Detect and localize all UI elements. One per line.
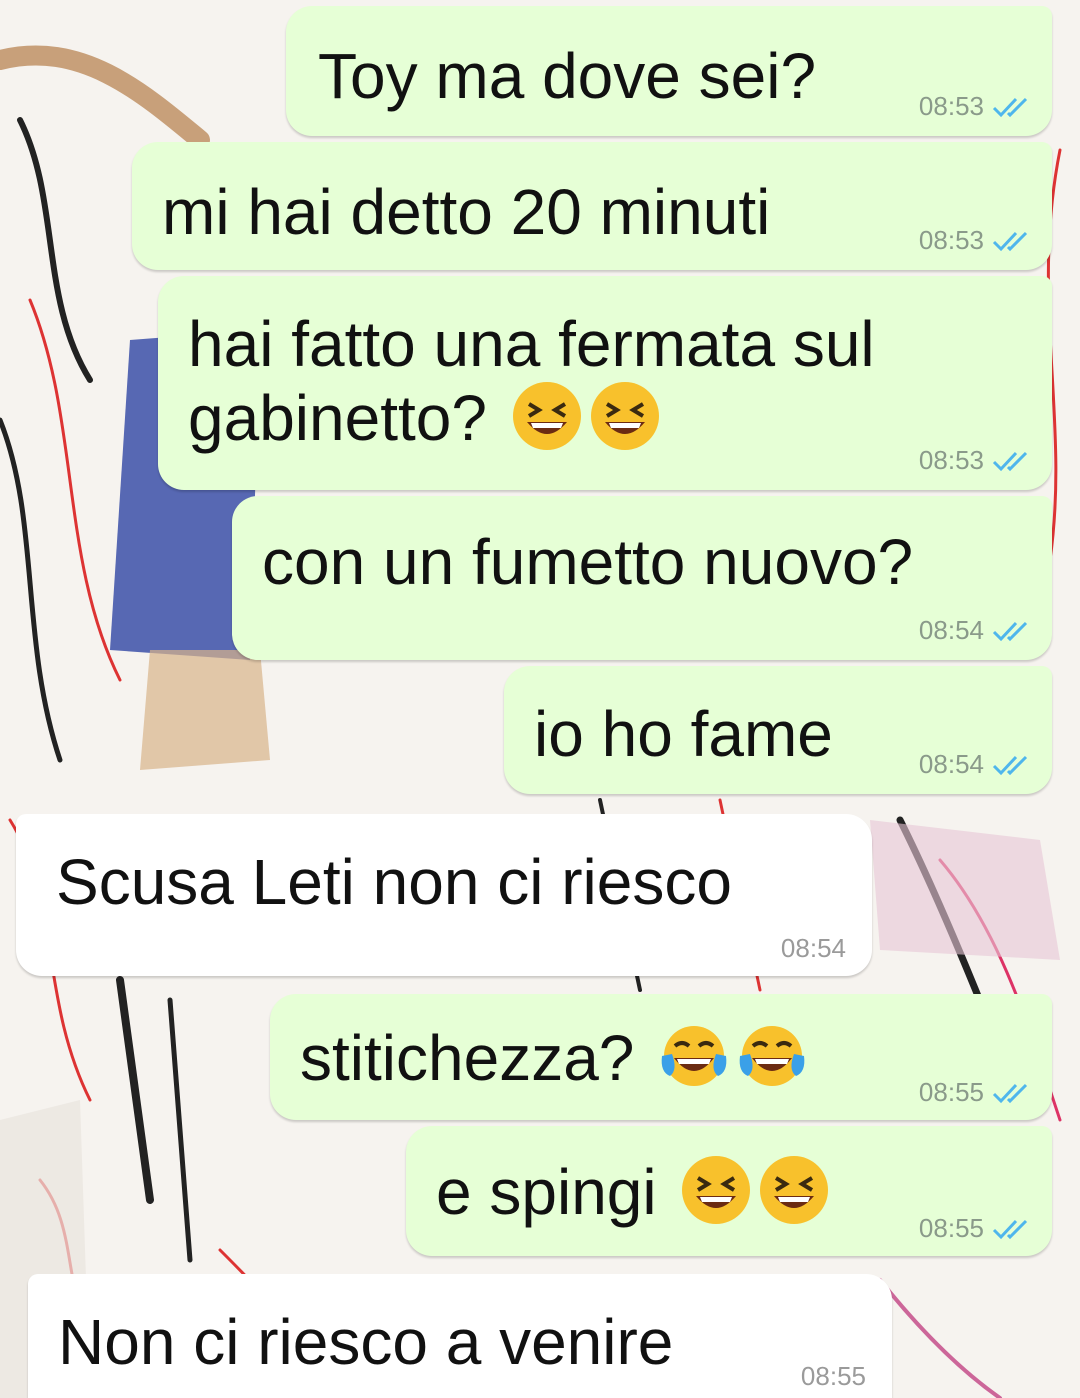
message-meta: 08:53	[919, 91, 1034, 122]
message-bubble-outgoing[interactable]: e spingi 08:55	[406, 1126, 1052, 1256]
message-time: 08:54	[780, 933, 846, 963]
message-time: 08:55	[918, 1077, 984, 1107]
message-text-line-2-row: gabinetto?	[188, 380, 661, 456]
message-meta: 08:53	[919, 225, 1034, 256]
message-time: 08:53	[918, 445, 984, 475]
face-with-tears-of-joy-icon	[739, 1026, 805, 1086]
message-text: Toy ma dove sei?	[318, 40, 817, 112]
read-receipt-icon	[992, 755, 1028, 775]
message-meta: 08:55	[919, 1077, 1034, 1108]
message-time: 08:53	[918, 225, 984, 255]
message-meta: 08:53	[919, 445, 1034, 476]
read-receipt-icon	[992, 1083, 1028, 1103]
message-meta: 08:54	[919, 615, 1034, 646]
read-receipt-icon	[992, 231, 1028, 251]
message-bubble-outgoing[interactable]: stitichezza? 08:55	[270, 994, 1052, 1120]
read-receipt-icon	[992, 451, 1028, 471]
message-time: 08:54	[918, 615, 984, 645]
grinning-squinting-face-icon	[590, 382, 659, 450]
message-text: io ho fame	[534, 698, 833, 770]
message-time: 08:55	[918, 1213, 984, 1243]
message-time: 08:54	[918, 749, 984, 779]
message-time: 08:55	[800, 1361, 866, 1391]
message-bubble-outgoing[interactable]: Toy ma dove sei? 08:53	[286, 6, 1052, 136]
message-text-row: stitichezza?	[300, 1020, 808, 1096]
read-receipt-icon	[992, 621, 1028, 641]
message-text: mi hai detto 20 minuti	[162, 176, 771, 248]
grinning-squinting-face-icon	[512, 382, 581, 450]
message-meta: 08:54	[781, 933, 846, 964]
message-text-line-2: gabinetto?	[188, 382, 487, 454]
message-bubble-outgoing[interactable]: io ho fame 08:54	[504, 666, 1052, 794]
message-meta: 08:55	[801, 1361, 866, 1392]
grinning-squinting-face-icon	[682, 1156, 751, 1224]
message-text: stitichezza?	[300, 1022, 635, 1094]
message-bubble-outgoing[interactable]: mi hai detto 20 minuti 08:53	[132, 142, 1052, 270]
face-with-tears-of-joy-icon	[661, 1026, 727, 1086]
message-text: Non ci riesco a venire	[58, 1306, 674, 1378]
message-bubble-incoming[interactable]: Non ci riesco a venire 08:55	[28, 1274, 892, 1398]
message-time: 08:53	[918, 91, 984, 121]
message-bubble-outgoing[interactable]: con un fumetto nuovo? 08:54	[232, 496, 1052, 660]
read-receipt-icon	[992, 97, 1028, 117]
grinning-squinting-face-icon	[760, 1156, 829, 1224]
message-text-line-1: hai fatto una fermata sul	[188, 308, 875, 380]
message-text: e spingi	[436, 1156, 657, 1228]
message-text: con un fumetto nuovo?	[262, 526, 914, 598]
message-bubble-incoming[interactable]: Scusa Leti non ci riesco 08:54	[16, 814, 872, 976]
message-bubble-outgoing[interactable]: hai fatto una fermata sul gabinetto? 08:…	[158, 276, 1052, 490]
message-text: Scusa Leti non ci riesco	[56, 846, 732, 918]
message-text-row: e spingi	[436, 1154, 830, 1230]
read-receipt-icon	[992, 1219, 1028, 1239]
message-meta: 08:54	[919, 749, 1034, 780]
message-meta: 08:55	[919, 1213, 1034, 1244]
